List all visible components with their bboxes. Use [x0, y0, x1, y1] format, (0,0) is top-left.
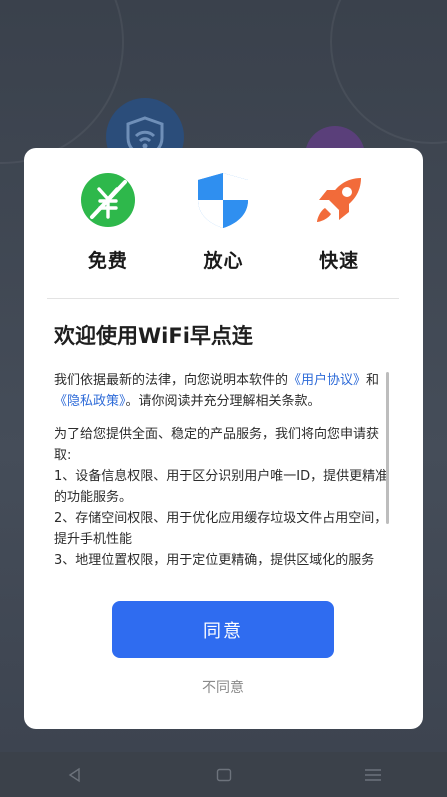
- home-icon[interactable]: [194, 760, 254, 790]
- feature-row: 免费 放心 快速: [24, 170, 423, 280]
- policy-content[interactable]: 我们依据最新的法律，向您说明本软件的《用户协议》和《隐私政策》。请你阅读并充分理…: [54, 370, 392, 580]
- intro-text: 我们依据最新的法律，向您说明本软件的: [54, 373, 289, 388]
- permission-item: 1、设备信息权限、用于区分识别用户唯一ID，提供更精准的功能服务。: [54, 469, 389, 505]
- system-nav-bar: [0, 752, 447, 797]
- decorative-ring: [330, 0, 447, 144]
- free-icon: [78, 170, 138, 230]
- back-icon[interactable]: [45, 760, 105, 790]
- policy-intro: 我们依据最新的法律，向您说明本软件的《用户协议》和《隐私政策》。请你阅读并充分理…: [54, 370, 392, 412]
- rocket-icon: [309, 170, 369, 230]
- privacy-dialog: 免费 放心 快速 欢迎使用WiFi早点连 我们依据最新的法律，向您说明本软件的《…: [24, 148, 423, 729]
- scrollbar[interactable]: [386, 372, 389, 524]
- privacy-policy-link[interactable]: 《隐私政策》: [54, 394, 126, 409]
- permission-item: 2、存储空间权限、用于优化应用缓存垃圾文件占用空间，提升手机性能: [54, 511, 388, 547]
- feature-fast: 快速: [294, 170, 384, 280]
- feature-label-safe: 放心: [203, 250, 244, 272]
- feature-safe: 放心: [178, 170, 268, 280]
- feature-label-fast: 快速: [319, 250, 360, 272]
- agree-button[interactable]: 同意: [112, 601, 334, 658]
- permissions-intro: 为了给您提供全面、稳定的产品服务，我们将向您申请获取:: [54, 427, 380, 463]
- user-agreement-link[interactable]: 《用户协议》: [288, 373, 366, 388]
- shield-icon: [193, 170, 253, 230]
- dialog-title: 欢迎使用WiFi早点连: [54, 324, 253, 348]
- divider: [47, 298, 399, 299]
- permission-item: 3、地理位置权限，用于定位更精确，提供区域化的服务: [54, 553, 375, 568]
- intro-suffix: 。请你阅读并充分理解相关条款。: [125, 394, 321, 409]
- disagree-button[interactable]: 不同意: [112, 674, 334, 702]
- menu-icon[interactable]: [343, 760, 403, 790]
- permissions-section: 为了给您提供全面、稳定的产品服务，我们将向您申请获取: 1、设备信息权限、用于区…: [54, 424, 392, 571]
- feature-free: 免费: [63, 170, 153, 280]
- feature-label-free: 免费: [87, 250, 128, 272]
- intro-and: 和: [366, 373, 380, 388]
